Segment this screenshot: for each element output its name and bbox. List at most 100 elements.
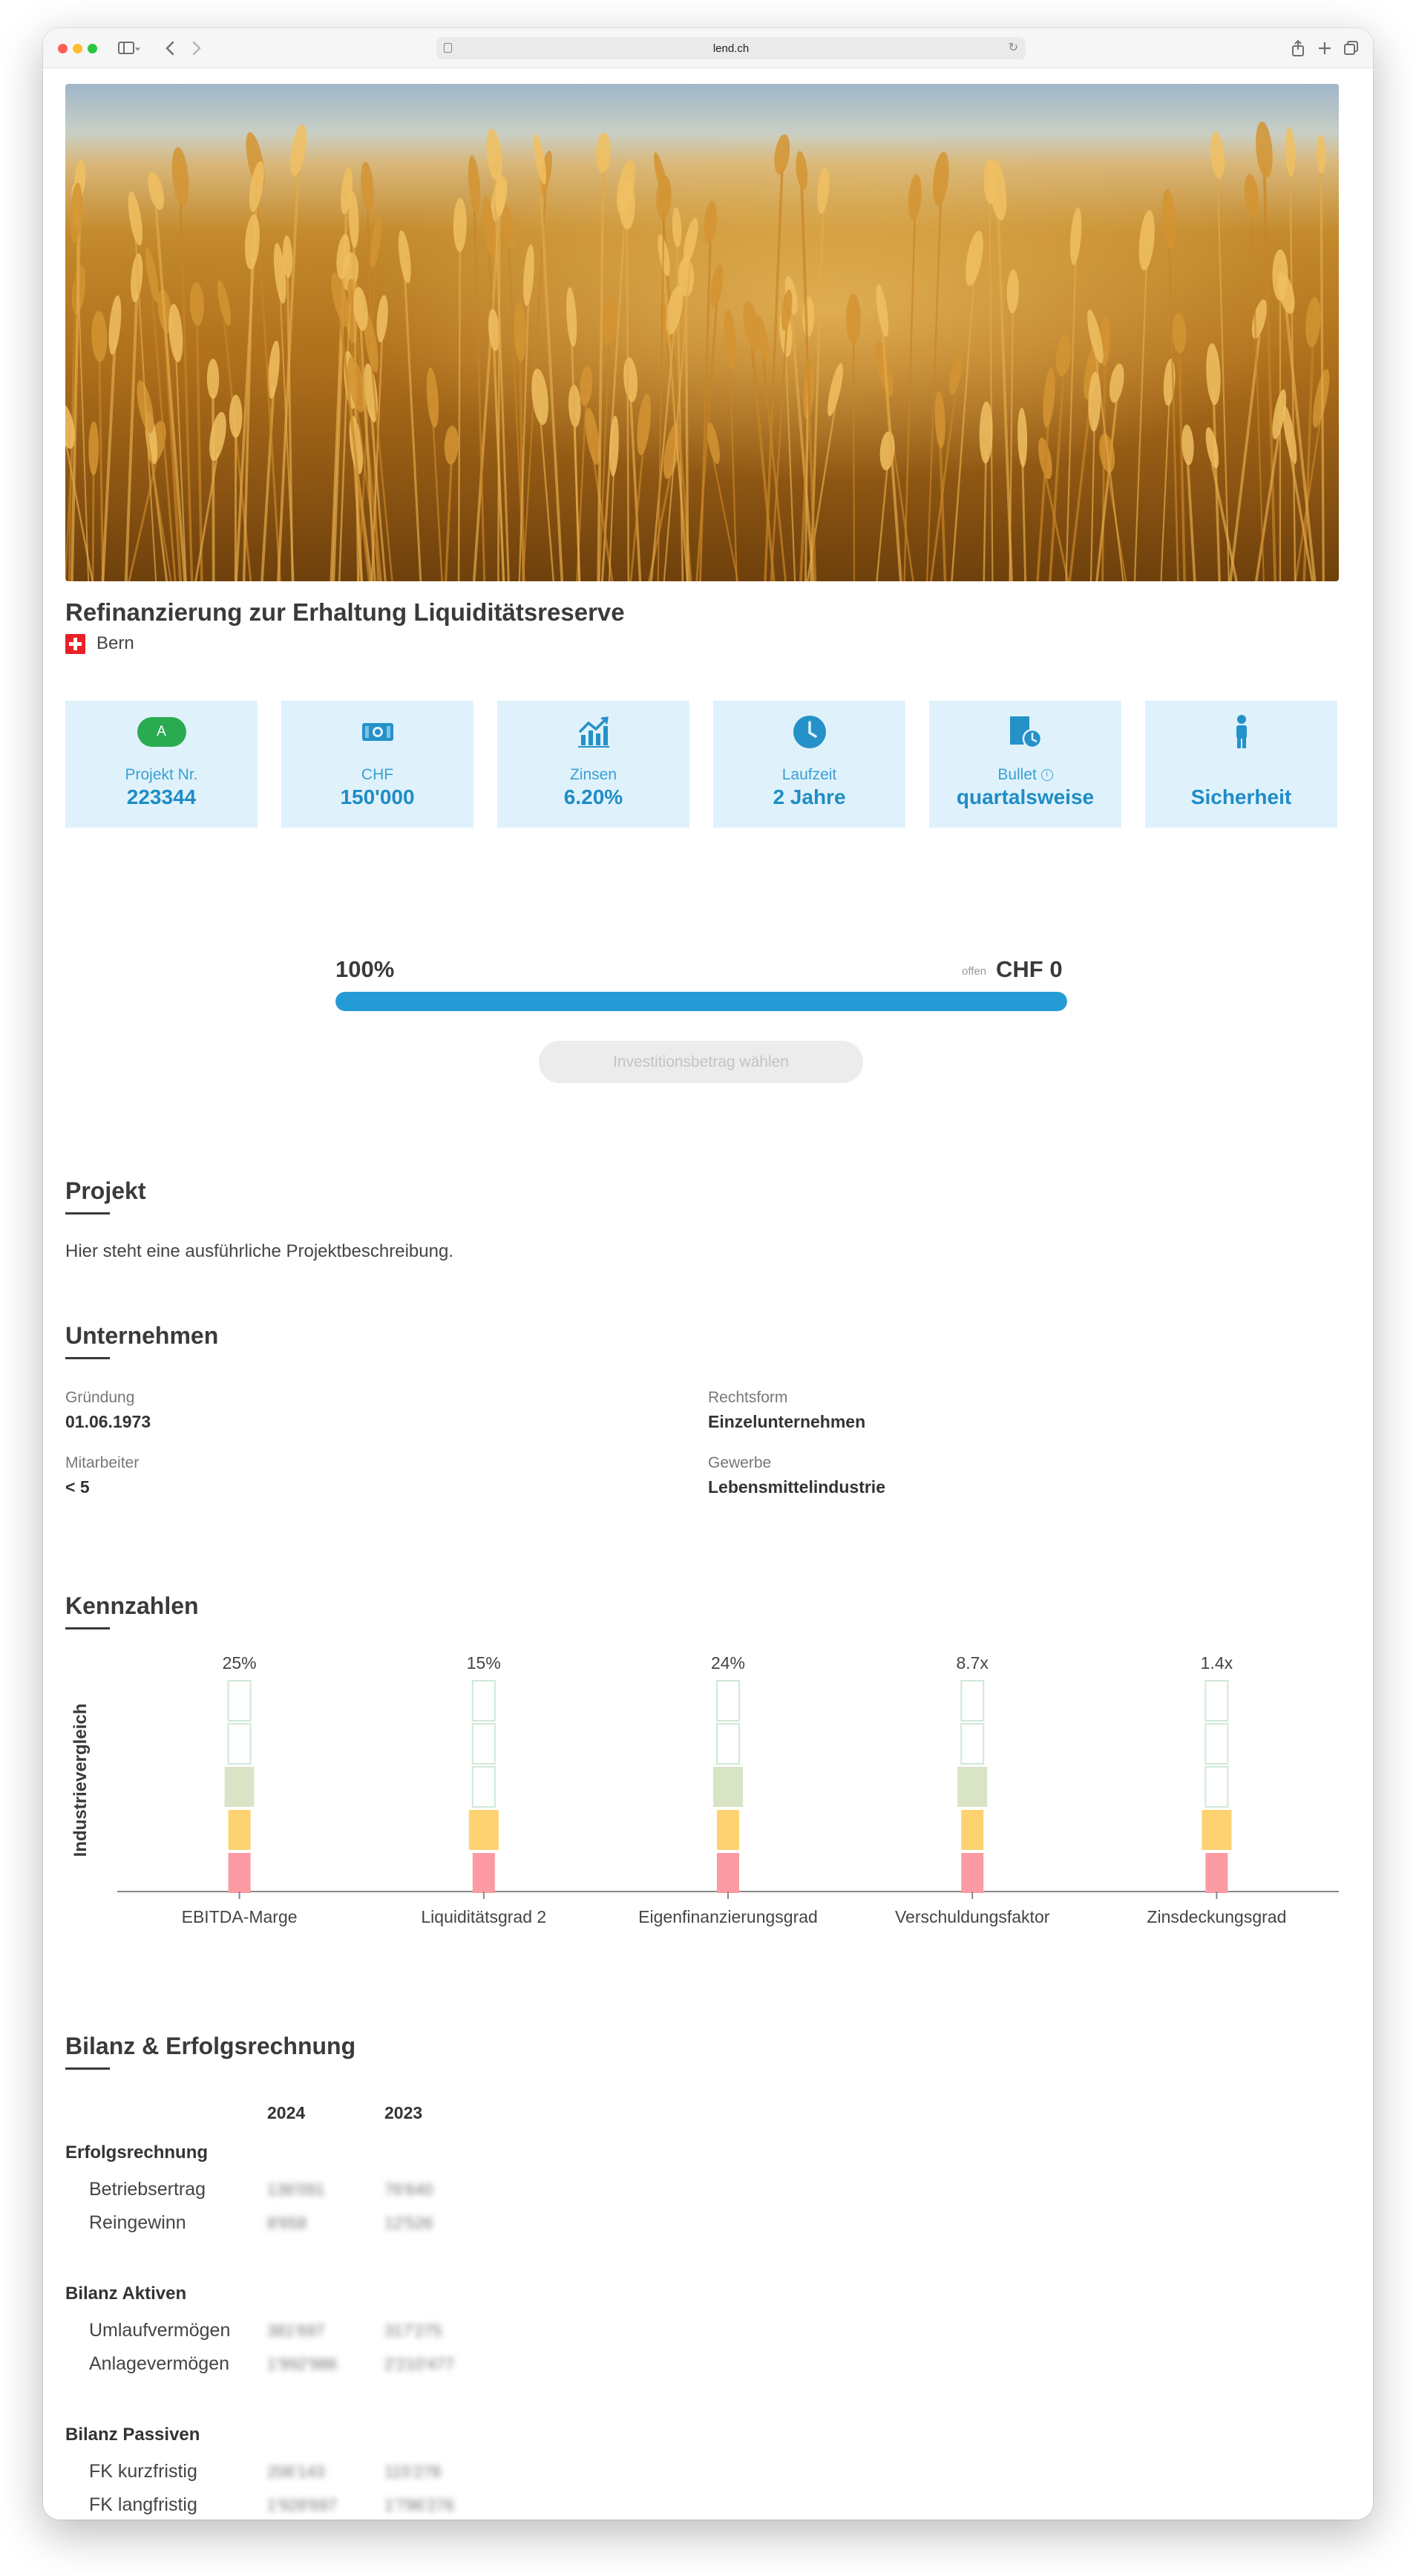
wheat-ear	[171, 147, 189, 206]
card-label: Projekt Nr.	[125, 766, 198, 783]
chart-bar-segment	[1204, 1766, 1229, 1808]
wheat-stalk	[260, 385, 275, 581]
wheat-ear	[523, 244, 534, 307]
wheat-ear	[580, 365, 593, 407]
wheat-stalk	[1095, 399, 1118, 581]
wheat-ear	[502, 205, 515, 250]
chart-value-label: 15%	[467, 1653, 501, 1673]
wheat-ear	[148, 171, 165, 210]
card-value: 2 Jahre	[773, 785, 846, 808]
minimize-window-button[interactable]	[73, 44, 82, 53]
wheat-ear	[724, 309, 736, 370]
chart-bar-segment	[1202, 1810, 1232, 1850]
chart-value-label: 8.7x	[956, 1653, 989, 1673]
financial-row-label: FK langfristig	[89, 2494, 197, 2515]
legal-form-label: Rechtsform	[708, 1389, 788, 1406]
wheat-ear	[802, 296, 815, 337]
chart-bar-segment	[227, 1680, 252, 1722]
forward-icon[interactable]	[187, 39, 206, 58]
address-bar[interactable]: lend.ch ↻	[436, 37, 1026, 59]
wheat-stalk	[473, 200, 486, 581]
wheat-ear	[398, 230, 411, 284]
card-value: 6.20%	[563, 785, 623, 808]
wheat-stalk	[98, 353, 105, 581]
wheat-ear	[609, 415, 619, 477]
wheat-stalk	[91, 464, 95, 581]
chart-bar-segment	[224, 1767, 255, 1807]
chart-y-axis-label: Industrievergleich	[71, 1704, 91, 1857]
financial-row-label: FK kurzfristig	[89, 2461, 197, 2482]
wheat-stalk	[876, 467, 888, 581]
tab-overview-icon[interactable]	[1342, 39, 1361, 58]
wheat-ear	[796, 151, 808, 190]
url-text: lend.ch	[712, 42, 750, 55]
wheat-ear	[1316, 134, 1326, 174]
chart-bar-segment	[957, 1767, 988, 1807]
wheat-ear	[189, 282, 204, 326]
financial-value: 1'928'697	[267, 2496, 338, 2514]
back-icon[interactable]	[160, 39, 180, 58]
new-tab-icon[interactable]	[1315, 39, 1334, 58]
card-value: 223344	[126, 785, 197, 808]
chart-bar-segment	[471, 1766, 496, 1808]
share-icon[interactable]	[1288, 39, 1308, 58]
staff-value: < 5	[65, 1477, 90, 1497]
card-amount: CHF 150'000	[281, 701, 473, 828]
wheat-stalk	[608, 462, 615, 581]
wheat-stalk	[1168, 235, 1179, 581]
wheat-stalk	[570, 333, 581, 581]
wheat-ear	[934, 390, 945, 449]
swiss-flag-icon	[65, 634, 85, 654]
info-icon[interactable]: i	[1040, 769, 1053, 782]
chart-value-label: 25%	[223, 1653, 257, 1673]
section-title-kennzahlen: Kennzahlen	[65, 1592, 199, 1619]
card-label: Bullet i	[929, 766, 1121, 784]
wheat-ear	[376, 295, 388, 343]
wheat-stalk	[1210, 463, 1238, 581]
wheat-ear	[361, 161, 374, 213]
section-rule	[65, 1627, 110, 1629]
chart-bar-segment	[1205, 1853, 1228, 1893]
zoom-window-button[interactable]	[88, 44, 97, 53]
sidebar-toggle-icon[interactable]	[114, 39, 144, 58]
wheat-ear	[1017, 408, 1028, 468]
card-interest: Zinsen 6.20%	[497, 701, 689, 828]
wheat-stalk	[212, 395, 215, 581]
wheat-stalk	[1021, 454, 1027, 581]
wheat-stalk	[951, 274, 976, 581]
wheat-stalk	[1101, 356, 1107, 581]
kpi-comparison-chart: Industrievergleich 25% EBITDA-Marge 15% Liqu…	[71, 1653, 1339, 1926]
financial-value: 2'210'477	[384, 2355, 455, 2373]
wheat-stalk	[1228, 335, 1261, 581]
wheat-ear	[1043, 367, 1055, 428]
chart-bar-segment	[717, 1810, 739, 1850]
wheat-ear	[209, 411, 226, 461]
chart-category-label: Verschuldungsfaktor	[895, 1907, 1050, 1926]
wheat-stalk	[852, 335, 855, 581]
hero-image	[65, 84, 1339, 581]
close-window-button[interactable]	[58, 44, 68, 53]
section-title-projekt: Projekt	[65, 1177, 146, 1204]
wheat-stalk	[1133, 256, 1148, 581]
year-column-header: 2024	[267, 2103, 306, 2122]
wheat-ear	[1172, 313, 1187, 353]
wheat-ear	[468, 155, 481, 214]
wheat-stalk	[403, 272, 422, 581]
chart-bar-segment	[961, 1853, 984, 1893]
card-label-text: Bullet	[997, 766, 1037, 783]
wheat-stalk	[784, 349, 796, 581]
chart-bar-segment	[716, 1680, 740, 1722]
staff-label: Mitarbeiter	[65, 1454, 140, 1471]
card-value: Sicherheit	[1190, 785, 1292, 808]
choose-investment-button[interactable]: Investitionsbetrag wählen	[539, 1041, 863, 1083]
chart-bar-segment	[717, 1853, 739, 1893]
reload-icon[interactable]: ↻	[1009, 40, 1018, 55]
financial-group-title: Bilanz Passiven	[65, 2425, 200, 2445]
financial-group-title: Bilanz Aktiven	[65, 2284, 187, 2304]
chart-bar-segment	[716, 1723, 740, 1765]
chart-category-label: Liquiditätsgrad 2	[421, 1907, 546, 1926]
wheat-stalk	[444, 461, 453, 581]
card-repayment: Bullet i quartalsweise	[929, 701, 1121, 828]
browser-window: lend.ch ↻ Refinanzierung zur Erhaltung L…	[43, 28, 1373, 2520]
card-project-number: A Projekt Nr. 223344	[65, 701, 258, 828]
